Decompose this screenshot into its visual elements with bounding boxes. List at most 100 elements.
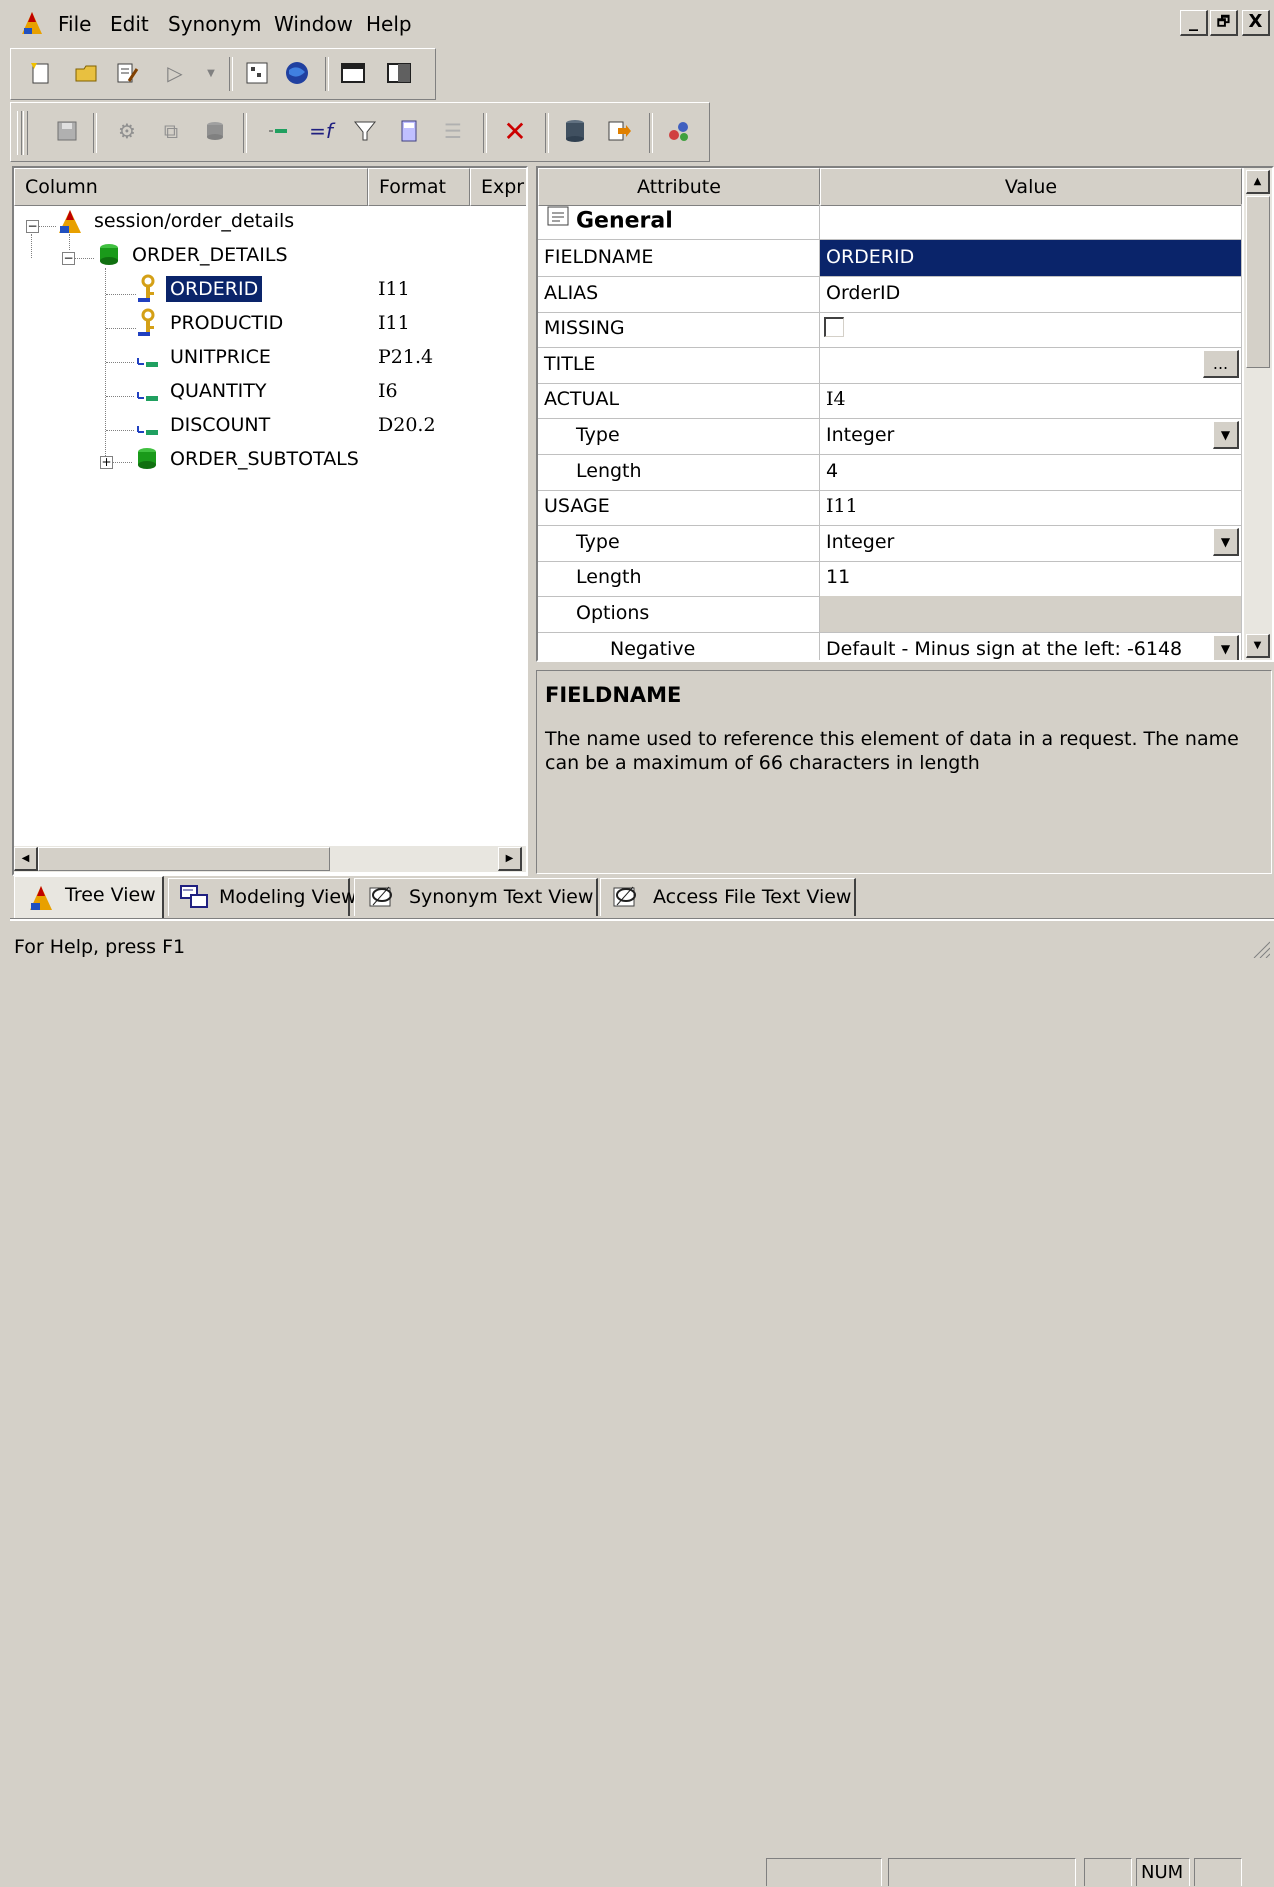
value-cell[interactable]: 4 [820, 454, 1242, 491]
access-file-icon [611, 883, 641, 923]
column-header[interactable]: Column [14, 168, 368, 206]
open-icon[interactable] [73, 59, 101, 87]
tree-field-label[interactable]: QUANTITY [170, 380, 267, 402]
menu-help[interactable]: Help [366, 12, 412, 36]
tree-horizontal-scrollbar[interactable]: ◀ ▶ [14, 846, 526, 872]
tab-access-file-text-view[interactable]: Access File Text View [600, 878, 856, 916]
new-icon[interactable] [27, 59, 55, 87]
attribute-cell[interactable]: MISSING [538, 311, 820, 348]
close-button[interactable]: X [1242, 10, 1270, 36]
attribute-cell[interactable]: ACTUAL [538, 382, 820, 419]
tree-field-label[interactable]: UNITPRICE [170, 346, 271, 368]
export-icon[interactable] [605, 117, 633, 145]
value-cell[interactable]: I11 [820, 489, 1242, 526]
minimize-button[interactable]: _ [1180, 10, 1208, 36]
attribute-cell[interactable]: Length [538, 560, 820, 597]
status-bar: For Help, press F1 NUM [0, 926, 1274, 1886]
run-dropdown-icon[interactable]: ▼ [197, 59, 225, 87]
standard-toolbar: ▷ ▼ [10, 48, 436, 100]
define-icon[interactable]: =f [307, 117, 335, 145]
value-cell[interactable]: Default - Minus sign at the left: -6148 ▼ [820, 632, 1242, 660]
tab-synonym-text-view[interactable]: Synonym Text View [354, 878, 598, 916]
attribute-cell[interactable]: USAGE [538, 489, 820, 526]
tree-layout-icon[interactable] [243, 59, 271, 87]
impact-analysis-icon[interactable] [665, 117, 693, 145]
modeling-view-icon [179, 883, 209, 923]
attribute-cell[interactable]: Negative [538, 632, 820, 660]
value-cell[interactable]: 11 [820, 560, 1242, 597]
attribute-cell[interactable]: Options [538, 596, 820, 633]
field-icon[interactable] [263, 117, 291, 145]
menu-file[interactable]: File [58, 12, 91, 36]
value-cell[interactable]: Integer ▼ [820, 418, 1242, 455]
value-cell[interactable]: Integer ▼ [820, 525, 1242, 562]
missing-checkbox[interactable] [824, 317, 844, 337]
menu-edit[interactable]: Edit [110, 12, 149, 36]
join-icon[interactable]: ⧉ [157, 117, 185, 145]
resize-grip-icon[interactable] [1250, 940, 1271, 959]
tree-field-label[interactable]: PRODUCTID [170, 312, 283, 334]
value-cell[interactable]: I4 [820, 382, 1242, 419]
dropdown-arrow-icon[interactable]: ▼ [1213, 421, 1239, 449]
tab-modeling-view[interactable]: Modeling View [168, 878, 357, 916]
tree-segment-label[interactable]: ORDER_DETAILS [132, 244, 288, 266]
description-text: The name used to reference this element … [545, 728, 1239, 774]
tree-root-label[interactable]: session/order_details [94, 210, 294, 232]
attribute-header[interactable]: Attribute [538, 168, 820, 206]
scroll-right-icon[interactable]: ▶ [498, 847, 522, 871]
tree-field-format: I11 [378, 278, 410, 300]
attribute-cell[interactable]: TITLE [538, 347, 820, 384]
dropdown-arrow-icon[interactable]: ▼ [1213, 635, 1239, 660]
gear-icon[interactable]: ⚙ [113, 117, 141, 145]
attribute-cell[interactable]: FIELDNAME [538, 240, 820, 277]
attribute-cell[interactable]: Type [538, 418, 820, 455]
value-text: 11 [826, 566, 851, 588]
value-cell[interactable] [820, 311, 1242, 348]
attribute-cell[interactable]: Length [538, 454, 820, 491]
dropdown-arrow-icon[interactable]: ▼ [1213, 528, 1239, 556]
globe-icon[interactable] [283, 59, 311, 87]
key-icon [138, 308, 158, 343]
tree-field-label-selected[interactable]: ORDERID [164, 275, 264, 303]
value-cell[interactable]: ... [820, 347, 1242, 384]
value-text: Default - Minus sign at the left: -6148 [826, 638, 1183, 660]
tree-subsegment-label[interactable]: ORDER_SUBTOTALS [170, 448, 359, 470]
value-cell[interactable]: OrderID [820, 276, 1242, 313]
synonym-toolbar: ⚙ ⧉ =f ☰ ✕ [10, 102, 710, 162]
scroll-up-icon[interactable]: ▲ [1246, 170, 1270, 194]
scroll-thumb[interactable] [38, 847, 330, 871]
segment-gray-icon[interactable] [201, 117, 229, 145]
grid-vertical-scrollbar[interactable]: ▲ ▼ [1244, 168, 1272, 660]
attribute-cell[interactable]: Type [538, 525, 820, 562]
status-panel [888, 1858, 1076, 1886]
attribute-cell[interactable]: ALIAS [538, 276, 820, 313]
synonym-text-icon [367, 883, 397, 923]
section-general[interactable]: General [538, 204, 820, 240]
title-ellipsis-button[interactable]: ... [1203, 350, 1239, 378]
tab-tree-view[interactable]: Tree View [14, 876, 164, 918]
menu-synonym[interactable]: Synonym [168, 12, 261, 36]
value-cell[interactable]: ORDERID [820, 240, 1242, 277]
tree-field-label[interactable]: DISCOUNT [170, 414, 270, 436]
restore-button[interactable]: 🗗 [1210, 10, 1238, 36]
scroll-left-icon[interactable]: ◀ [14, 847, 38, 871]
format-header[interactable]: Format [368, 168, 470, 206]
field-icon [136, 386, 160, 411]
run-icon[interactable]: ▷ [161, 59, 189, 87]
database-icon[interactable] [561, 117, 589, 145]
menu-window[interactable]: Window [274, 12, 353, 36]
scroll-down-icon[interactable]: ▼ [1246, 634, 1270, 658]
value-text: Integer [826, 424, 895, 446]
value-header[interactable]: Value [820, 168, 1242, 206]
filter-icon[interactable] [351, 117, 379, 145]
field-icon [136, 420, 160, 445]
delete-icon[interactable]: ✕ [501, 115, 529, 148]
properties-icon[interactable] [113, 59, 141, 87]
hierarchy-icon[interactable]: ☰ [439, 117, 467, 145]
scroll-thumb[interactable] [1246, 196, 1270, 368]
save-icon[interactable] [53, 117, 81, 145]
panel-icon[interactable] [385, 59, 413, 87]
window-icon[interactable] [339, 59, 367, 87]
expression-header[interactable]: Expr [470, 168, 526, 206]
calculator-icon[interactable] [395, 117, 423, 145]
